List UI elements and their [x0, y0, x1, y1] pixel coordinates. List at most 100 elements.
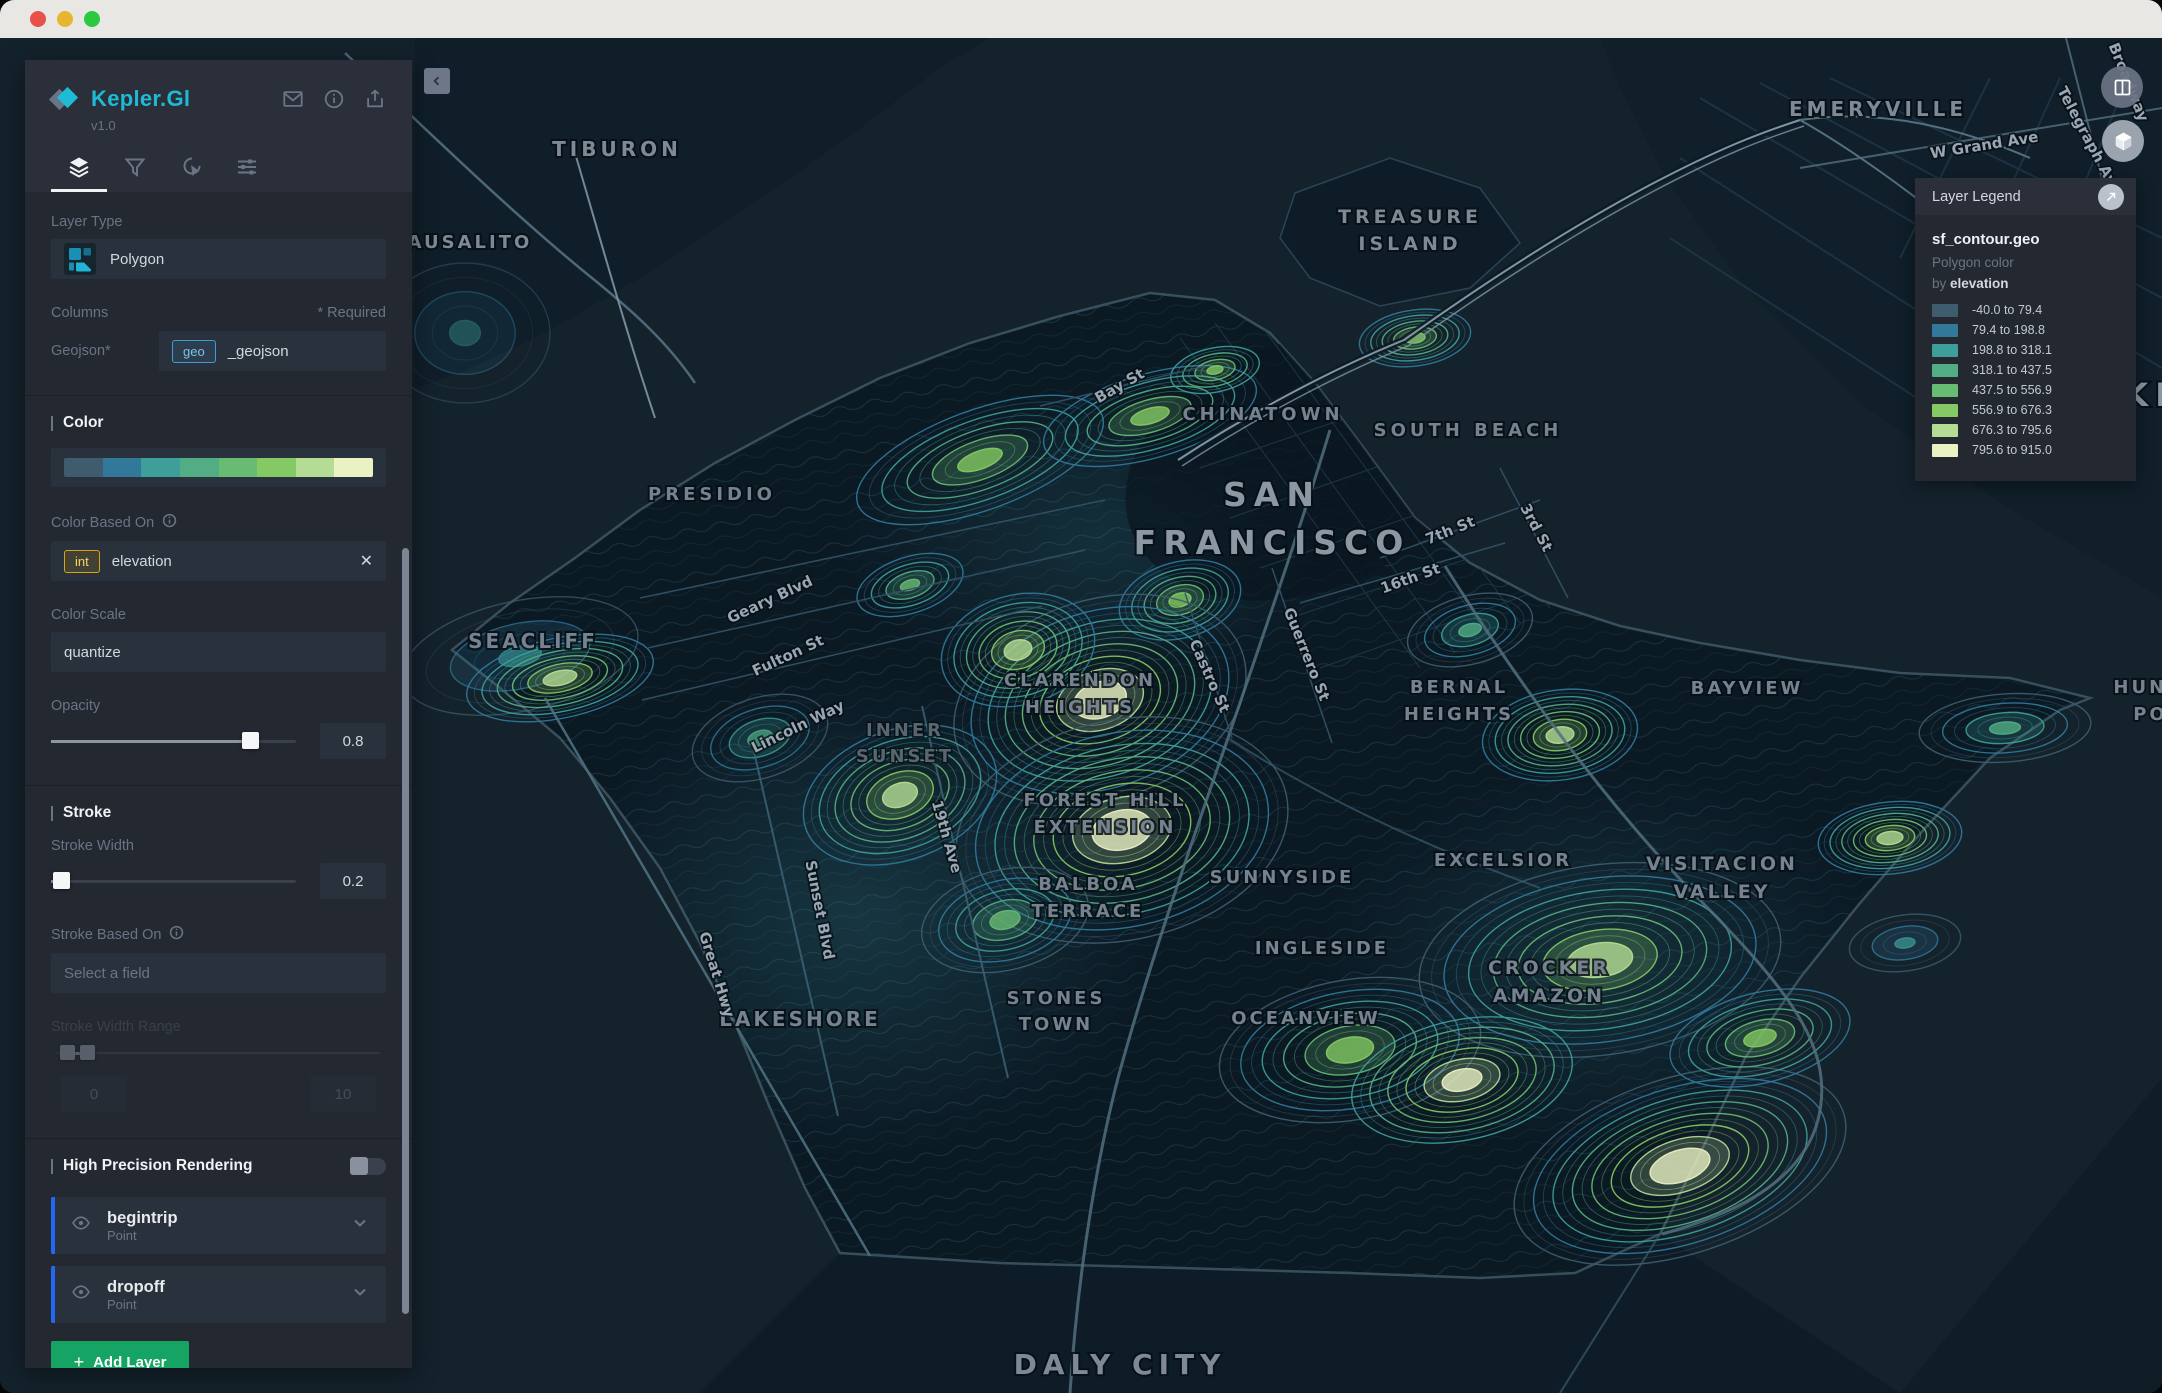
info-icon[interactable]	[162, 513, 177, 532]
layer-type: Point	[107, 1297, 350, 1312]
legend-entries: -40.0 to 79.4 79.4 to 198.8 198.8 to 318.1…	[1932, 303, 2119, 457]
map-place-label: SEACLIFF	[468, 629, 598, 653]
layer-name: dropoff	[107, 1277, 350, 1297]
color-gradient	[64, 458, 373, 477]
map-place-label: DALY CITY	[1014, 1348, 1227, 1381]
legend-entry: 676.3 to 795.6	[1932, 423, 2119, 437]
legend-title: Layer Legend	[1932, 189, 2098, 205]
range-max-handle[interactable]	[80, 1045, 95, 1060]
chevron-down-icon[interactable]	[350, 1213, 370, 1238]
int-type-chip: int	[64, 550, 100, 573]
clear-field-icon[interactable]: ✕	[360, 551, 373, 571]
layer-type-label: Layer Type	[51, 214, 386, 230]
side-panel-header: Kepler.Gl v1.0	[25, 60, 412, 192]
close-window-button[interactable]	[30, 11, 46, 27]
map-place-label: INGLESIDE	[1255, 938, 1389, 959]
legend-entry: 318.1 to 437.5	[1932, 363, 2119, 377]
eye-icon[interactable]	[71, 1213, 91, 1238]
high-precision-toggle[interactable]	[350, 1158, 386, 1175]
layer-config-panel: Layer Type Polygon Columns * Required Ge…	[25, 192, 412, 1368]
tab-interactions[interactable]	[163, 147, 219, 192]
legend-swatch	[1932, 444, 1958, 457]
tab-settings[interactable]	[219, 147, 275, 192]
map-place-label: PRESIDIO	[648, 484, 776, 505]
side-panel-tabs	[51, 147, 386, 192]
chevron-down-icon[interactable]	[350, 1282, 370, 1307]
tab-filters[interactable]	[107, 147, 163, 192]
polygon-layer-icon	[64, 243, 96, 275]
layer-type: Point	[107, 1228, 350, 1243]
info-icon[interactable]	[169, 925, 184, 944]
stroke-based-on-label: Stroke Based On	[51, 925, 386, 944]
geojson-field-value: _geojson	[228, 343, 289, 360]
opacity-slider: 0.8	[51, 723, 386, 759]
info-icon[interactable]	[323, 88, 345, 110]
kepler-logo-icon	[51, 84, 81, 114]
map-place-label: BAYVIEW	[1691, 678, 1804, 699]
toggle-legend-button[interactable]	[2101, 66, 2143, 108]
stroke-width-slider-handle[interactable]	[53, 872, 70, 889]
stroke-field-selector[interactable]: Select a field	[51, 953, 386, 993]
macos-titlebar	[0, 0, 2162, 38]
legend-by-field: by elevation	[1932, 276, 2119, 291]
columns-label: Columns	[51, 305, 108, 321]
minimize-window-button[interactable]	[57, 11, 73, 27]
map-place-label: OCEANVIEW	[1231, 1008, 1381, 1029]
geo-type-chip: geo	[172, 340, 216, 363]
collapse-panel-button[interactable]	[424, 68, 450, 94]
opacity-label: Opacity	[51, 698, 386, 714]
stroke-field-placeholder: Select a field	[64, 965, 150, 982]
opacity-value[interactable]: 0.8	[320, 723, 386, 759]
share-icon[interactable]	[364, 88, 386, 110]
legend-entry: 79.4 to 198.8	[1932, 323, 2119, 337]
stroke-width-range-slider	[57, 1044, 380, 1062]
plus-icon: +	[74, 1352, 85, 1369]
legend-swatch	[1932, 324, 1958, 337]
layer-type-selector[interactable]: Polygon	[51, 239, 386, 279]
stroke-width-label: Stroke Width	[51, 838, 386, 854]
layer-name: begintrip	[107, 1208, 350, 1228]
toggle-3d-button[interactable]	[2102, 120, 2144, 162]
color-field-value: elevation	[112, 553, 172, 570]
layer-type-value: Polygon	[110, 251, 164, 268]
stroke-width-value[interactable]: 0.2	[320, 863, 386, 899]
legend-entry: 437.5 to 556.9	[1932, 383, 2119, 397]
high-precision-label: High Precision Rendering	[51, 1157, 252, 1175]
mail-icon[interactable]	[282, 88, 304, 110]
legend-entry: -40.0 to 79.4	[1932, 303, 2119, 317]
layer-card-begintrip[interactable]: begintrip Point	[51, 1197, 386, 1254]
map-place-label: EXCELSIOR	[1434, 850, 1572, 871]
range-max-value[interactable]: 10	[310, 1076, 376, 1112]
tab-layers[interactable]	[51, 147, 107, 192]
color-scale-selector[interactable]: quantize	[51, 632, 386, 672]
layer-legend-panel: Layer Legend sf_contour.geo Polygon colo…	[1915, 178, 2136, 481]
layer-card-dropoff[interactable]: dropoff Point	[51, 1266, 386, 1323]
range-min-value[interactable]: 0	[61, 1076, 127, 1112]
app-title: Kepler.Gl	[91, 86, 282, 112]
geojson-label: Geojson*	[51, 343, 159, 359]
range-min-handle[interactable]	[60, 1045, 75, 1060]
stroke-section-title: Stroke	[51, 804, 386, 822]
zoom-window-button[interactable]	[84, 11, 100, 27]
legend-range: 198.8 to 318.1	[1972, 343, 2052, 357]
geojson-field-selector[interactable]: geo _geojson	[159, 331, 386, 371]
app-window: TIBURONSAUSALITOEMERYVILLETREASUREISLAND…	[0, 0, 2162, 1393]
legend-range: 437.5 to 556.9	[1972, 383, 2052, 397]
map-place-label: LAKESHORE	[719, 1007, 881, 1031]
sidebar-scrollbar[interactable]	[402, 548, 409, 1314]
color-range-selector[interactable]	[51, 448, 386, 487]
legend-entry: 795.6 to 915.0	[1932, 443, 2119, 457]
pin-legend-icon[interactable]	[2098, 184, 2124, 210]
add-layer-button[interactable]: + Add Layer	[51, 1341, 189, 1368]
app-version: v1.0	[91, 118, 386, 133]
color-field-selector[interactable]: int elevation ✕	[51, 541, 386, 581]
legend-range: -40.0 to 79.4	[1972, 303, 2042, 317]
map-place-label: SAUSALITO	[392, 232, 533, 253]
legend-range: 79.4 to 198.8	[1972, 323, 2045, 337]
legend-swatch	[1932, 424, 1958, 437]
opacity-slider-handle[interactable]	[242, 732, 259, 749]
legend-entry: 198.8 to 318.1	[1932, 343, 2119, 357]
eye-icon[interactable]	[71, 1282, 91, 1307]
color-scale-value: quantize	[64, 644, 121, 661]
color-section-title: Color	[51, 414, 386, 432]
